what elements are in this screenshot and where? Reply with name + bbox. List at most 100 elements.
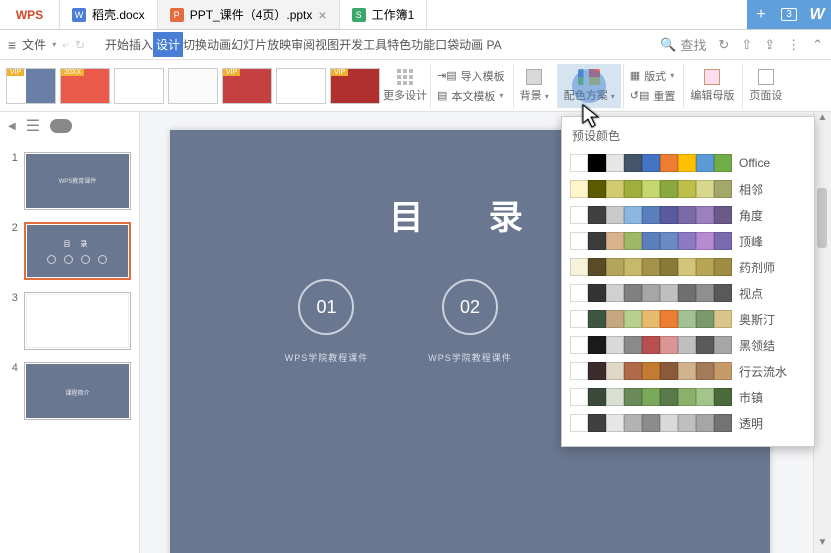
design-thumb[interactable] xyxy=(114,68,164,104)
color-scheme-option[interactable]: 角度 xyxy=(570,202,806,228)
color-swatch xyxy=(624,310,642,328)
new-tab-button[interactable]: + xyxy=(747,0,775,29)
menu-item-4[interactable]: 动画 xyxy=(207,32,231,57)
color-scheme-option[interactable]: 透明 xyxy=(570,410,806,436)
grid-icon xyxy=(397,69,413,85)
design-thumb[interactable] xyxy=(168,68,218,104)
design-thumb[interactable]: 20XX xyxy=(60,68,110,104)
color-scheme-option[interactable]: 视点 xyxy=(570,280,806,306)
color-swatch xyxy=(624,154,642,172)
slide-thumbnail[interactable]: 2目 录 xyxy=(4,216,135,286)
layout-button[interactable]: ▦版式▾ xyxy=(630,68,676,84)
wps-logo-button[interactable]: W xyxy=(803,0,831,29)
reset-icon: ↺▤ xyxy=(630,89,650,102)
import-template-button[interactable]: ⇥▤导入模板 xyxy=(437,68,505,84)
color-scheme-option[interactable]: 顶峰 xyxy=(570,228,806,254)
menu-item-8[interactable]: 开发工具 xyxy=(339,32,387,57)
design-thumb[interactable] xyxy=(276,68,326,104)
color-swatch xyxy=(642,258,660,276)
color-swatch xyxy=(678,388,696,406)
menu-item-10[interactable]: 口袋动画 PA xyxy=(435,32,501,57)
hamburger-icon[interactable]: ≡ xyxy=(8,37,16,53)
design-thumb[interactable]: VIP xyxy=(330,68,380,104)
cloud-icon[interactable]: ⇧ xyxy=(741,37,752,53)
color-swatch xyxy=(696,284,714,302)
tab-docx[interactable]: W 稻壳.docx xyxy=(60,0,158,29)
outline-view-icon[interactable]: ☰ xyxy=(26,116,40,136)
menu-item-7[interactable]: 视图 xyxy=(315,32,339,57)
scroll-down-icon[interactable]: ▼ xyxy=(814,537,831,553)
reset-button[interactable]: ↺▤重置 xyxy=(630,88,676,104)
color-swatch xyxy=(642,180,660,198)
page-setup-button[interactable]: 页面设 xyxy=(742,64,788,108)
color-swatch xyxy=(642,206,660,224)
tab-pptx[interactable]: P PPT_课件（4页）.pptx × xyxy=(158,0,340,29)
thumbnail-view-icon[interactable] xyxy=(50,119,72,133)
search-button[interactable]: 🔍 查找 xyxy=(660,35,706,54)
menu-item-9[interactable]: 特色功能 xyxy=(387,32,435,57)
color-swatch xyxy=(606,206,624,224)
edit-master-button[interactable]: 编辑母版 xyxy=(683,64,740,108)
design-thumb[interactable]: VIP xyxy=(222,68,272,104)
scheme-label: 药剂师 xyxy=(739,259,775,276)
color-swatch xyxy=(570,388,588,406)
sync-icon[interactable]: ↻ xyxy=(718,37,729,53)
tab-count-button[interactable]: 3 xyxy=(775,0,803,29)
menu-item-2[interactable]: 设计 xyxy=(153,32,183,57)
template-icon: ▤ xyxy=(437,89,447,102)
close-icon[interactable]: × xyxy=(318,7,326,23)
file-menu[interactable]: 文件 xyxy=(22,36,46,53)
color-swatch xyxy=(678,258,696,276)
more-design-button[interactable]: 更多设计 xyxy=(382,69,428,103)
collapse-icon[interactable]: ◀ xyxy=(8,121,16,132)
color-swatch xyxy=(642,414,660,432)
color-swatch xyxy=(606,388,624,406)
menu-item-1[interactable]: 插入 xyxy=(129,32,153,57)
slide-thumbnail[interactable]: 4课程简介 xyxy=(4,356,135,426)
color-swatch xyxy=(624,258,642,276)
menu-item-6[interactable]: 审阅 xyxy=(291,32,315,57)
menu-item-0[interactable]: 开始 xyxy=(105,32,129,57)
menu-item-3[interactable]: 切换 xyxy=(183,32,207,57)
import-icon: ⇥▤ xyxy=(437,69,457,82)
color-scheme-option[interactable]: 药剂师 xyxy=(570,254,806,280)
tab-sheet[interactable]: S 工作簿1 xyxy=(340,0,428,29)
color-scheme-option[interactable]: 行云流水 xyxy=(570,358,806,384)
color-scheme-option[interactable]: 奥斯汀 xyxy=(570,306,806,332)
color-swatch xyxy=(606,414,624,432)
design-gallery[interactable]: VIP 20XX VIP VIP xyxy=(6,68,380,104)
qat-sep: ⤶ xyxy=(62,37,69,52)
color-swatch xyxy=(696,414,714,432)
wps-launcher[interactable]: WPS xyxy=(0,0,60,29)
menu-item-5[interactable]: 幻灯片放映 xyxy=(231,32,291,57)
color-swatch xyxy=(696,206,714,224)
scheme-label: Office xyxy=(739,156,770,170)
color-scheme-button[interactable]: 配色方案 ▾ xyxy=(557,64,621,108)
color-swatch xyxy=(714,154,732,172)
background-icon xyxy=(526,69,542,85)
slide-thumbnail[interactable]: 1WPS教育课件 xyxy=(4,146,135,216)
more-icon[interactable]: ⋮ xyxy=(787,37,800,53)
color-swatch xyxy=(570,414,588,432)
color-swatch xyxy=(642,310,660,328)
design-thumb[interactable]: VIP xyxy=(6,68,56,104)
color-swatch xyxy=(606,232,624,250)
background-button[interactable]: 背景 ▾ xyxy=(513,64,555,108)
color-scheme-option[interactable]: 相邻 xyxy=(570,176,806,202)
vertical-scrollbar[interactable]: ▲ ▼ xyxy=(813,112,831,553)
color-scheme-option[interactable]: 黑领结 xyxy=(570,332,806,358)
tab-label: 工作簿1 xyxy=(372,6,415,23)
color-swatch xyxy=(570,232,588,250)
this-template-button[interactable]: ▤本文模板▾ xyxy=(437,88,505,104)
expand-icon[interactable]: ⌃ xyxy=(812,37,823,53)
scroll-up-icon[interactable]: ▲ xyxy=(814,112,831,128)
slide-thumbnail[interactable]: 3 xyxy=(4,286,135,356)
share-icon[interactable]: ⇪ xyxy=(764,37,775,53)
color-scheme-option[interactable]: 市镇 xyxy=(570,384,806,410)
master-icon xyxy=(704,69,720,85)
scroll-thumb[interactable] xyxy=(817,188,827,248)
color-swatch xyxy=(570,180,588,198)
qat-redo-icon[interactable]: ↻ xyxy=(75,38,85,52)
color-swatch xyxy=(696,258,714,276)
color-scheme-option[interactable]: Office xyxy=(570,150,806,176)
